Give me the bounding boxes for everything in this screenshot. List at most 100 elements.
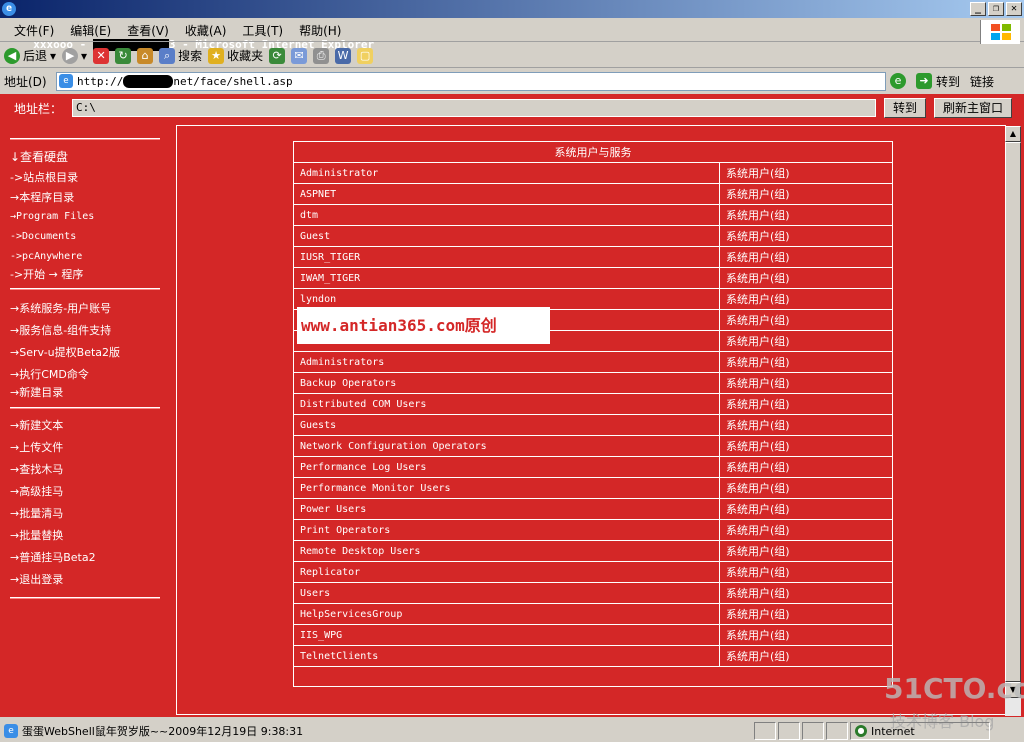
sidebar-item-site-root[interactable]: ->站点根目录 <box>10 169 78 185</box>
table-row: Replicator 系统用户(组) <box>293 561 893 583</box>
favorites-button[interactable]: ★ 收藏夹 <box>208 47 263 64</box>
user-name-cell: Print Operators <box>293 519 720 541</box>
close-button[interactable]: ✕ <box>1006 2 1022 16</box>
sidebar-item-cmd[interactable]: →执行CMD命令 <box>10 366 89 382</box>
user-name-cell: Network Configuration Operators <box>293 435 720 457</box>
user-group-cell: 系统用户(组) <box>719 477 893 499</box>
user-name-cell: Power Users <box>293 498 720 520</box>
minimize-button[interactable]: _ <box>970 2 986 16</box>
edit-icon[interactable]: W <box>335 47 352 64</box>
toolbar: ◀ 后退 ▾ ▶ ▾ ✕ ↻ ⌂ ⌕ 搜索 ★ 收藏夹 ⟳ ✉ ⎙ W ▢ <box>0 44 1024 68</box>
sidebar-item-normal-beta2[interactable]: →普通挂马Beta2 <box>10 549 96 565</box>
table-row: Guest 系统用户(组) <box>293 225 893 247</box>
menu-favorites[interactable]: 收藏(A) <box>177 22 235 39</box>
site-logo: 51CTO.com <box>884 672 1024 705</box>
go-button[interactable]: ➜ 转到 <box>910 71 966 91</box>
menu-file[interactable]: 文件(F) <box>6 22 62 39</box>
address-label: 地址(D) <box>4 74 47 89</box>
table-row: dtm 系统用户(组) <box>293 204 893 226</box>
user-group-cell: 系统用户(组) <box>719 603 893 625</box>
menu-help[interactable]: 帮助(H) <box>291 22 349 39</box>
shell-path-input[interactable]: C:\ <box>72 99 876 117</box>
sidebar-item-services-accounts[interactable]: →系统服务-用户账号 <box>10 300 111 316</box>
sidebar-item-find-trojan[interactable]: →查找木马 <box>10 461 63 477</box>
star-icon: ★ <box>208 47 225 64</box>
user-name-cell: Administrator <box>293 162 720 184</box>
sidebar-item-servu[interactable]: →Serv-u提权Beta2版 <box>10 344 120 360</box>
users-table: 系统用户与服务 Administrator 系统用户(组) ASPNET 系统用户(组… <box>293 141 893 667</box>
user-group-cell: 系统用户(组) <box>719 351 893 373</box>
sidebar-item-new-text[interactable]: →新建文本 <box>10 417 63 433</box>
scroll-thumb[interactable] <box>1005 142 1021 682</box>
window-titlebar[interactable]: e xxxooo - 3 - Microsoft Internet Explor… <box>0 0 1024 51</box>
table-row: HelpServicesGroup 系统用户(组) <box>293 603 893 625</box>
user-name-cell: Administrators <box>293 351 720 373</box>
sidebar-item-program-files[interactable]: →Program Files <box>10 211 94 222</box>
security-icon: e <box>890 73 906 89</box>
user-name-cell: ASPNET <box>293 183 720 205</box>
back-button[interactable]: ◀ 后退 ▾ <box>4 47 56 64</box>
sidebar-item-documents[interactable]: ->Documents <box>10 231 76 242</box>
sidebar-item-advanced[interactable]: →高级挂马 <box>10 483 63 499</box>
scroll-up-icon[interactable]: ▲ <box>1005 126 1021 142</box>
home-icon[interactable]: ⌂ <box>137 47 154 64</box>
user-group-cell: 系统用户(组) <box>719 561 893 583</box>
sidebar-item-pcanywhere[interactable]: ->pcAnywhere <box>10 251 82 262</box>
search-button[interactable]: ⌕ 搜索 <box>159 47 202 64</box>
refresh-main-button[interactable]: 刷新主窗口 <box>934 98 1013 118</box>
refresh-icon[interactable]: ↻ <box>115 47 132 64</box>
vertical-scrollbar[interactable]: ▲ ▼ <box>1005 126 1021 716</box>
stop-icon[interactable]: ✕ <box>93 47 110 64</box>
table-row: IIS_WPG 系统用户(组) <box>293 624 893 646</box>
forward-button[interactable]: ▶ ▾ <box>62 47 87 64</box>
mail-icon[interactable]: ✉ <box>291 47 308 64</box>
sidebar-item-service-info[interactable]: →服务信息-组件支持 <box>10 322 111 338</box>
menubar: 文件(F) 编辑(E) 查看(V) 收藏(A) 工具(T) 帮助(H) <box>0 20 1024 42</box>
messenger-icon[interactable]: ▢ <box>357 47 374 64</box>
status-cell <box>778 722 800 740</box>
ie-icon: e <box>2 2 16 16</box>
user-name-cell: Remote Desktop Users <box>293 540 720 562</box>
table-row: Performance Log Users 系统用户(组) <box>293 456 893 478</box>
sidebar-item-batch-clean[interactable]: →批量清马 <box>10 505 63 521</box>
user-group-cell: 系统用户(组) <box>719 309 893 331</box>
table-row: Backup Operators 系统用户(组) <box>293 372 893 394</box>
sidebar-item-upload[interactable]: →上传文件 <box>10 439 63 455</box>
print-icon[interactable]: ⎙ <box>313 47 330 64</box>
sidebar-item-start-programs[interactable]: ->开始 → 程序 <box>10 266 83 282</box>
status-cell <box>802 722 824 740</box>
user-group-cell: 系统用户(组) <box>719 456 893 478</box>
shell-go-button[interactable]: 转到 <box>884 98 927 118</box>
search-label: 搜索 <box>178 49 203 63</box>
user-group-cell: 系统用户(组) <box>719 204 893 226</box>
sidebar-item-program-dir[interactable]: →本程序目录 <box>10 189 74 205</box>
table-row: IWAM_TIGER 系统用户(组) <box>293 267 893 289</box>
status-text: 蛋蛋WebShell鼠年贺岁版~~2009年12月19日 9:38:31 <box>22 725 304 738</box>
user-group-cell: 系统用户(组) <box>719 624 893 646</box>
table-row: Remote Desktop Users 系统用户(组) <box>293 540 893 562</box>
links-button[interactable]: 链接 <box>970 73 994 90</box>
sidebar: ↓查看硬盘 ->站点根目录 →本程序目录 →Program Files ->Do… <box>0 124 176 714</box>
menu-view[interactable]: 查看(V) <box>119 22 177 39</box>
sidebar-item-batch-replace[interactable]: →批量替换 <box>10 527 63 543</box>
sidebar-item-view-disks[interactable]: ↓查看硬盘 <box>10 148 68 165</box>
user-group-cell: 系统用户(组) <box>719 183 893 205</box>
url-suffix: net/face/shell.asp <box>173 74 293 88</box>
address-input[interactable]: e http:// net/face/shell.asp <box>56 71 886 91</box>
user-name-cell: dtm <box>293 204 720 226</box>
favorites-label: 收藏夹 <box>227 49 264 63</box>
table-row: IUSR_TIGER 系统用户(组) <box>293 246 893 268</box>
user-name-cell: HelpServicesGroup <box>293 603 720 625</box>
menu-edit[interactable]: 编辑(E) <box>62 22 119 39</box>
menu-tools[interactable]: 工具(T) <box>234 22 291 39</box>
user-group-cell: 系统用户(组) <box>719 288 893 310</box>
maximize-button[interactable]: ❐ <box>988 2 1004 16</box>
user-name-cell: Performance Log Users <box>293 456 720 478</box>
table-row: Users 系统用户(组) <box>293 582 893 604</box>
sidebar-item-new-dir[interactable]: →新建目录 <box>10 384 63 400</box>
user-name-cell: Guests <box>293 414 720 436</box>
table-row: TelnetClients 系统用户(组) <box>293 645 893 667</box>
sidebar-item-logout[interactable]: →退出登录 <box>10 571 63 587</box>
divider <box>10 138 160 140</box>
history-icon[interactable]: ⟳ <box>269 47 286 64</box>
